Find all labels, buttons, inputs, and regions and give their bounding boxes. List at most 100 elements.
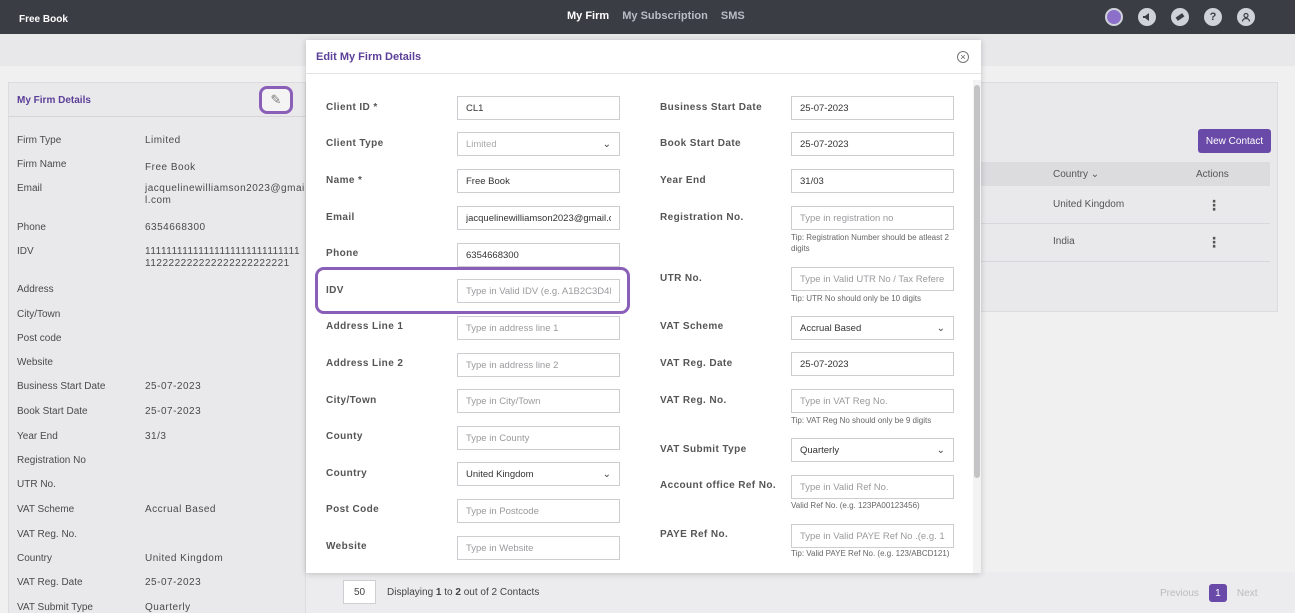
post-code-input[interactable]	[457, 499, 620, 523]
city-town-input[interactable]	[457, 389, 620, 413]
top-icons: ?	[1105, 8, 1255, 26]
county-label: County	[326, 431, 363, 442]
nav-my-firm[interactable]: My Firm	[567, 10, 609, 22]
vat-reg-date-input[interactable]	[791, 352, 954, 376]
detail-value: Limited	[145, 135, 181, 146]
idv-input[interactable]	[457, 279, 620, 303]
year-end-input[interactable]	[791, 169, 954, 193]
detail-label: Year End	[17, 431, 58, 442]
detail-value: United Kingdom	[145, 553, 224, 564]
pager: Previous 1 Next	[1160, 584, 1257, 602]
next-page-button[interactable]: Next	[1237, 588, 1258, 599]
book-start-date-input[interactable]	[791, 132, 954, 156]
phone-input[interactable]	[457, 243, 620, 267]
brand-name[interactable]: Free Book	[19, 14, 68, 25]
new-contact-button[interactable]: New Contact	[1198, 129, 1271, 153]
megaphone-icon[interactable]	[1138, 8, 1156, 26]
edit-button[interactable]: ✎	[259, 86, 293, 114]
client-type-select[interactable]: Limited ⌄	[457, 132, 620, 156]
current-page-button[interactable]: 1	[1208, 584, 1227, 602]
per-page-select[interactable]: 50	[343, 580, 376, 604]
table-row-divider	[980, 261, 1270, 262]
detail-label: Post code	[17, 333, 62, 344]
vat-reg-no-label: VAT Reg. No.	[660, 395, 727, 406]
detail-value: 25-07-2023	[145, 577, 202, 588]
name-input[interactable]	[457, 169, 620, 193]
chevron-down-icon: ⌄	[936, 444, 945, 456]
country-select[interactable]: United Kingdom ⌄	[457, 462, 620, 486]
client-id-input[interactable]	[457, 96, 620, 120]
vat-scheme-select[interactable]: Accrual Based ⌄	[791, 316, 954, 340]
detail-label: VAT Scheme	[17, 504, 75, 515]
email-input[interactable]	[457, 206, 620, 230]
previous-page-button[interactable]: Previous	[1160, 588, 1199, 599]
registration-no-input[interactable]	[791, 206, 954, 230]
paye-ref-input[interactable]	[791, 524, 954, 548]
edit-firm-modal: Edit My Firm Details × Client ID * Clien…	[306, 40, 981, 573]
registration-no-label: Registration No.	[660, 212, 744, 223]
nav-my-subscription[interactable]: My Subscription	[622, 10, 708, 22]
website-input[interactable]	[457, 536, 620, 560]
detail-label: VAT Submit Type	[17, 602, 93, 613]
county-input[interactable]	[457, 426, 620, 450]
vat-reg-date-label: VAT Reg. Date	[660, 358, 733, 369]
utr-no-label: UTR No.	[660, 273, 703, 284]
panel-divider	[9, 116, 307, 117]
paye-ref-label: PAYE Ref No.	[660, 529, 729, 540]
detail-label: Country	[17, 553, 53, 564]
detail-label: Registration No	[17, 455, 86, 466]
paye-ref-tip: Tip: Valid PAYE Ref No. (e.g. 123/ABCD12…	[791, 549, 950, 558]
detail-label: Phone	[17, 222, 46, 233]
address-line-2-label: Address Line 2	[326, 358, 404, 369]
account-office-ref-input[interactable]	[791, 475, 954, 499]
account-office-ref-label: Account office Ref No.	[660, 480, 777, 491]
book-start-date-label: Book Start Date	[660, 138, 742, 149]
detail-label: VAT Reg. No.	[17, 529, 78, 540]
kebab-menu-icon[interactable]: ⋮	[1207, 234, 1221, 251]
country-column-header[interactable]: Country ⌄	[1053, 169, 1099, 180]
app-icon[interactable]	[1105, 8, 1123, 26]
post-code-label: Post Code	[326, 504, 380, 515]
table-row-divider	[980, 223, 1270, 224]
kebab-menu-icon[interactable]: ⋮	[1207, 197, 1221, 214]
detail-label: City/Town	[17, 309, 61, 320]
detail-value: Accrual Based	[145, 504, 216, 515]
country-label: Country	[326, 468, 368, 479]
actions-column-header: Actions	[1196, 169, 1229, 180]
address-line-2-input[interactable]	[457, 353, 620, 377]
close-icon[interactable]: ×	[957, 51, 969, 63]
city-town-label: City/Town	[326, 395, 377, 406]
business-start-date-input[interactable]	[791, 96, 954, 120]
vat-reg-no-tip: Tip: VAT Reg No should only be 9 digits	[791, 416, 932, 425]
pencil-icon: ✎	[270, 92, 282, 107]
nav-sms[interactable]: SMS	[721, 10, 745, 22]
display-count: Displaying 1 to 2 out of 2 Contacts	[387, 587, 540, 598]
address-line-1-label: Address Line 1	[326, 321, 404, 332]
top-bar: Free Book My Firm My Subscription SMS ?	[0, 0, 1295, 34]
address-line-1-input[interactable]	[457, 316, 620, 340]
utr-no-input[interactable]	[791, 267, 954, 291]
scrollbar-thumb[interactable]	[974, 85, 980, 478]
help-icon[interactable]: ?	[1204, 8, 1222, 26]
user-icon[interactable]	[1237, 8, 1255, 26]
main-nav: My Firm My Subscription SMS	[567, 10, 755, 22]
chevron-down-icon: ⌄	[602, 138, 611, 150]
phone-label: Phone	[326, 248, 359, 259]
detail-label: Firm Type	[17, 135, 62, 146]
detail-label: VAT Reg. Date	[17, 577, 83, 588]
contacts-panel	[980, 82, 1278, 312]
vat-submit-type-select[interactable]: Quarterly ⌄	[791, 438, 954, 462]
account-office-ref-tip: Valid Ref No. (e.g. 123PA00123456)	[791, 501, 920, 510]
name-label: Name *	[326, 175, 363, 186]
ticket-icon[interactable]	[1171, 8, 1189, 26]
detail-value: 31/3	[145, 431, 167, 442]
detail-label: Book Start Date	[17, 406, 88, 417]
client-id-label: Client ID *	[326, 102, 378, 113]
detail-label: IDV	[17, 246, 34, 257]
detail-value: jacquelinewilliamson2023@gmail.com	[145, 183, 305, 206]
vat-reg-no-input[interactable]	[791, 389, 954, 413]
email-label: Email	[326, 212, 355, 223]
contact-country: India	[1053, 236, 1075, 247]
contact-country: United Kingdom	[1053, 199, 1125, 210]
detail-value: 6354668300	[145, 222, 206, 233]
